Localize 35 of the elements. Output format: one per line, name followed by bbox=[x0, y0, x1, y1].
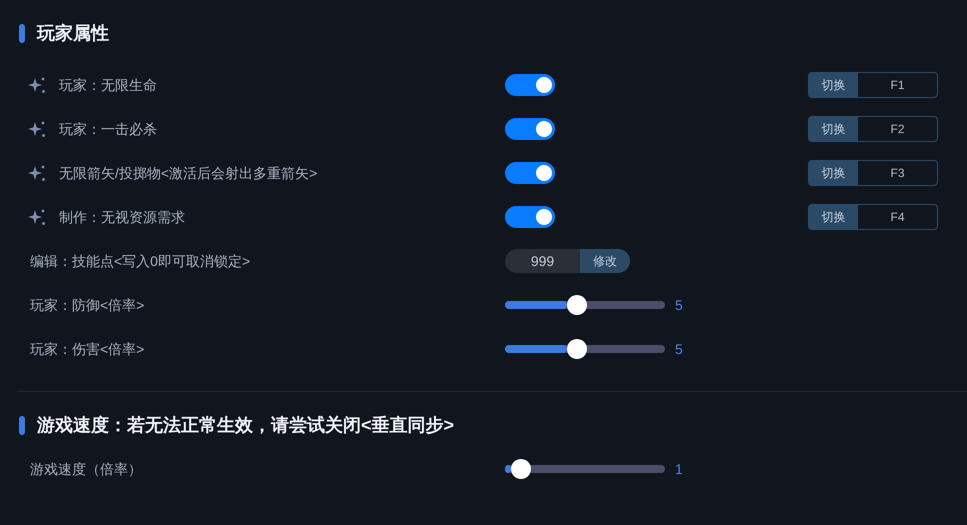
toggle-switch[interactable] bbox=[505, 74, 555, 96]
number-field[interactable]: 999 bbox=[505, 249, 580, 273]
slider-thumb[interactable] bbox=[567, 339, 587, 359]
accent-bar bbox=[19, 24, 25, 42]
slider-fill bbox=[505, 465, 511, 473]
toggle-switch[interactable] bbox=[505, 162, 555, 184]
accent-bar bbox=[19, 416, 25, 434]
sparkle-icon bbox=[28, 208, 46, 226]
setting-label: 编辑：技能点<写入0即可取消锁定> bbox=[30, 252, 250, 270]
slider-thumb[interactable] bbox=[567, 295, 587, 315]
slider-fill bbox=[505, 345, 567, 353]
sparkle-icon bbox=[28, 120, 46, 138]
setting-label: 制作：无视资源需求 bbox=[59, 208, 185, 226]
section-title: 玩家属性 bbox=[37, 22, 109, 44]
hotkey-button[interactable]: 切换 F4 bbox=[808, 204, 938, 230]
setting-label: 玩家：伤害<倍率> bbox=[30, 340, 144, 358]
hotkey-button[interactable]: 切换 F1 bbox=[808, 72, 938, 98]
sparkle-icon bbox=[28, 76, 46, 94]
setting-label: 玩家：防御<倍率> bbox=[30, 296, 144, 314]
section-title: 游戏速度：若无法正常生效，请尝试关闭<垂直同步> bbox=[37, 414, 454, 436]
slider-value: 5 bbox=[675, 340, 683, 358]
setting-label: 无限箭矢/投掷物<激活后会射出多重箭矢> bbox=[59, 164, 318, 182]
hotkey-button[interactable]: 切换 F3 bbox=[808, 160, 938, 186]
modify-button[interactable]: 修改 bbox=[580, 249, 630, 273]
setting-label: 玩家：无限生命 bbox=[59, 76, 157, 94]
sparkle-icon bbox=[28, 164, 46, 182]
toggle-switch[interactable] bbox=[505, 118, 555, 140]
hotkey-button[interactable]: 切换 F2 bbox=[808, 116, 938, 142]
slider-fill bbox=[505, 301, 567, 309]
toggle-switch[interactable] bbox=[505, 206, 555, 228]
slider-value: 1 bbox=[675, 460, 683, 478]
setting-label: 游戏速度（倍率） bbox=[30, 460, 142, 478]
slider-value: 5 bbox=[675, 296, 683, 314]
slider-thumb[interactable] bbox=[511, 459, 531, 479]
setting-label: 玩家：一击必杀 bbox=[59, 120, 157, 138]
